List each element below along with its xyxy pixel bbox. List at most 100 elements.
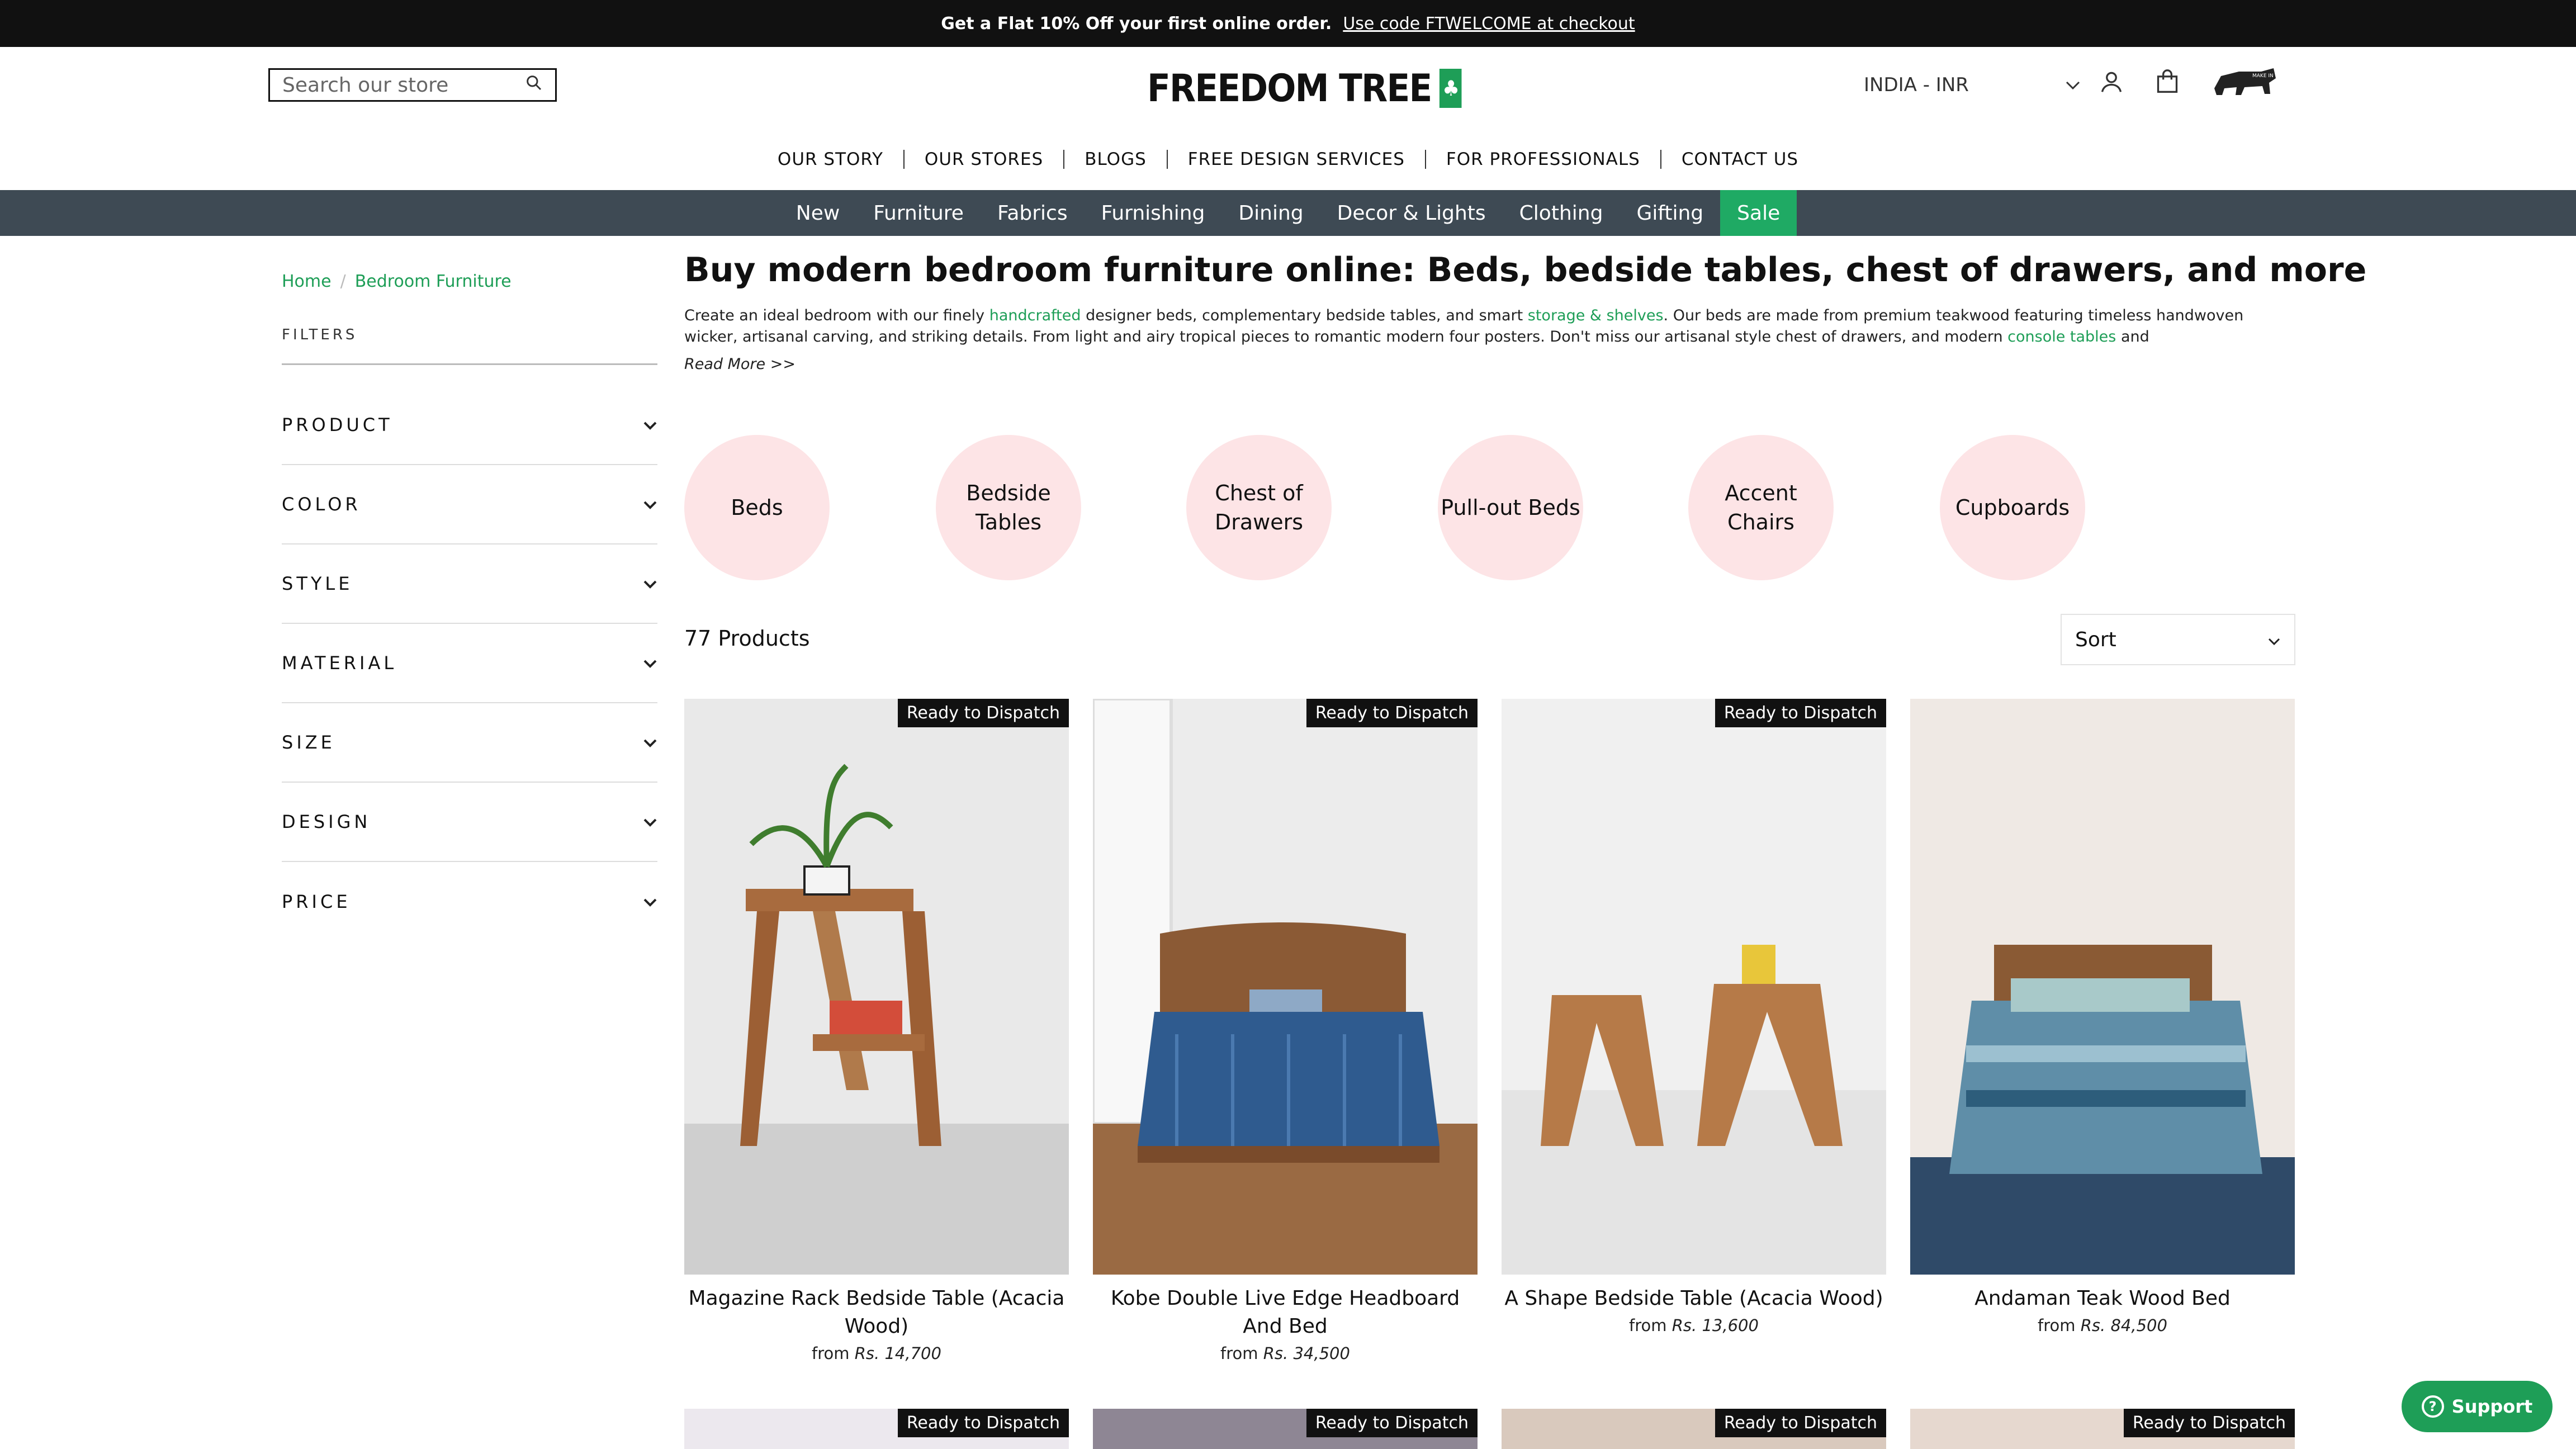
announcement-link[interactable]: Use code FTWELCOME at checkout [1343, 14, 1635, 34]
nav-contact-us[interactable]: CONTACT US [1661, 150, 1819, 169]
chevron-down-icon [643, 811, 657, 832]
ready-to-dispatch-badge: Ready to Dispatch [1306, 699, 1478, 727]
product-name[interactable]: Andaman Teak Wood Bed [1910, 1285, 2295, 1313]
sort-label: Sort [2075, 628, 2116, 651]
make-in-india-lion-icon: MAKE IN INDIA [2211, 66, 2278, 97]
facet-label: PRICE [282, 891, 351, 912]
chevron-down-icon [2267, 628, 2281, 651]
nav-new[interactable]: New [779, 190, 857, 236]
nav-for-professionals[interactable]: FOR PROFESSIONALS [1426, 150, 1661, 169]
storage-shelves-link[interactable]: storage & shelves [1528, 307, 1664, 324]
product-card[interactable]: Ready to Dispatch Kobe Double Live Edge … [1093, 699, 1478, 1363]
search-icon[interactable] [525, 74, 543, 97]
account-icon[interactable] [2099, 69, 2124, 94]
product-card[interactable]: Ready to Dispatch A Shape Bedside Table … [1502, 699, 1886, 1335]
product-name[interactable]: A Shape Bedside Table (Acacia Wood) [1502, 1285, 1886, 1313]
breadcrumb-separator: / [340, 272, 346, 291]
nav-clothing[interactable]: Clothing [1503, 190, 1620, 236]
help-icon: ? [2421, 1395, 2444, 1418]
cart-icon[interactable] [2155, 69, 2180, 94]
product-image[interactable]: Ready to Dispatch [1093, 699, 1478, 1275]
nav-blogs[interactable]: BLOGS [1064, 150, 1168, 169]
sort-select[interactable]: Sort [2061, 614, 2295, 665]
product-name[interactable]: Kobe Double Live Edge Headboard And Bed [1093, 1285, 1478, 1341]
nav-furniture[interactable]: Furniture [856, 190, 981, 236]
product-price: from Rs. 13,600 [1629, 1316, 1759, 1335]
chevron-down-icon [643, 414, 657, 435]
product-card[interactable]: Ready to Dispatch [684, 1409, 1069, 1449]
facet-price[interactable]: PRICE [282, 862, 657, 941]
nav-free-design-services[interactable]: FREE DESIGN SERVICES [1168, 150, 1426, 169]
product-card[interactable]: Ready to Dispatch Magazine Rack Bedside … [684, 699, 1069, 1363]
breadcrumb-current[interactable]: Bedroom Furniture [355, 272, 512, 291]
chevron-down-icon [643, 652, 657, 674]
facet-label: PRODUCT [282, 414, 393, 435]
product-price: from Rs. 84,500 [2038, 1316, 2167, 1335]
product-price: from Rs. 34,500 [1220, 1344, 1350, 1363]
facet-color[interactable]: COLOR [282, 465, 657, 544]
category-bedside-tables[interactable]: Bedside Tables [936, 435, 1081, 580]
nav-decor-lights[interactable]: Decor & Lights [1320, 190, 1503, 236]
announcement-text: Get a Flat 10% Off your first online ord… [941, 13, 1332, 34]
desc-text: Create an ideal bedroom with our finely [684, 307, 989, 324]
product-card[interactable]: Ready to Dispatch [1093, 1409, 1478, 1449]
nav-furnishing[interactable]: Furnishing [1085, 190, 1222, 236]
category-beds[interactable]: Beds [684, 435, 830, 580]
search-input[interactable]: Search our store [268, 68, 557, 102]
product-image[interactable]: Ready to Dispatch [1093, 1409, 1478, 1449]
support-button[interactable]: ? Support [2402, 1381, 2553, 1432]
facet-label: DESIGN [282, 811, 371, 832]
ready-to-dispatch-badge: Ready to Dispatch [2123, 1409, 2295, 1437]
support-label: Support [2451, 1396, 2533, 1417]
ready-to-dispatch-badge: Ready to Dispatch [1715, 699, 1886, 727]
product-image[interactable]: Ready to Dispatch [684, 699, 1069, 1275]
nav-sale[interactable]: Sale [1720, 190, 1797, 236]
svg-text:MAKE IN INDIA: MAKE IN INDIA [2252, 73, 2278, 79]
filters-divider [282, 363, 657, 365]
breadcrumb-home[interactable]: Home [282, 272, 332, 291]
product-image[interactable]: Ready to Dispatch [1502, 699, 1886, 1275]
nav-fabrics[interactable]: Fabrics [981, 190, 1085, 236]
facet-material[interactable]: MATERIAL [282, 624, 657, 703]
site-logo[interactable]: FREEDOM TREE ♣ [1147, 67, 1462, 111]
filters-title: FILTERS [282, 326, 358, 343]
console-tables-link[interactable]: console tables [2007, 328, 2116, 345]
main-nav: New Furniture Fabrics Furnishing Dining … [0, 190, 2576, 236]
facet-size[interactable]: SIZE [282, 703, 657, 783]
category-pull-out-beds[interactable]: Pull-out Beds [1438, 435, 1583, 580]
facet-label: SIZE [282, 732, 335, 753]
desc-text: and [2116, 328, 2149, 345]
currency-label: INDIA - INR [1864, 74, 1969, 96]
product-price: from Rs. 14,700 [812, 1344, 941, 1363]
category-accent-chairs[interactable]: Accent Chairs [1688, 435, 1834, 580]
facet-style[interactable]: STYLE [282, 544, 657, 624]
secondary-nav: OUR STORY OUR STORES BLOGS FREE DESIGN S… [0, 150, 2576, 169]
product-card[interactable]: Ready to Dispatch [1910, 1409, 2295, 1449]
ready-to-dispatch-badge: Ready to Dispatch [1715, 1409, 1886, 1437]
product-card[interactable]: Andaman Teak Wood Bed from Rs. 84,500 [1910, 699, 2295, 1335]
handcrafted-link[interactable]: handcrafted [989, 307, 1081, 324]
nav-our-story[interactable]: OUR STORY [757, 150, 905, 169]
chevron-down-icon [643, 573, 657, 594]
product-count: 77 Products [684, 626, 810, 651]
product-name[interactable]: Magazine Rack Bedside Table (Acacia Wood… [684, 1285, 1069, 1341]
facet-product[interactable]: PRODUCT [282, 386, 657, 465]
currency-selector[interactable]: INDIA - INR [1864, 68, 2081, 102]
product-image[interactable] [1910, 699, 2295, 1275]
nav-our-stores[interactable]: OUR STORES [905, 150, 1065, 169]
ready-to-dispatch-badge: Ready to Dispatch [1306, 1409, 1478, 1437]
product-image[interactable]: Ready to Dispatch [1502, 1409, 1886, 1449]
product-image[interactable]: Ready to Dispatch [684, 1409, 1069, 1449]
category-chest-of-drawers[interactable]: Chest of Drawers [1186, 435, 1332, 580]
nav-gifting[interactable]: Gifting [1620, 190, 1720, 236]
header-icons: MAKE IN INDIA [2099, 66, 2278, 97]
product-card[interactable]: Ready to Dispatch [1502, 1409, 1886, 1449]
category-cupboards[interactable]: Cupboards [1940, 435, 2085, 580]
read-more-link[interactable]: Read More >> [684, 356, 795, 373]
announcement-bar: Get a Flat 10% Off your first online ord… [0, 0, 2576, 47]
breadcrumb: Home / Bedroom Furniture [282, 272, 512, 291]
product-image[interactable]: Ready to Dispatch [1910, 1409, 2295, 1449]
facet-design[interactable]: DESIGN [282, 783, 657, 862]
nav-dining[interactable]: Dining [1221, 190, 1320, 236]
desc-text: designer beds, complementary bedside tab… [1081, 307, 1528, 324]
